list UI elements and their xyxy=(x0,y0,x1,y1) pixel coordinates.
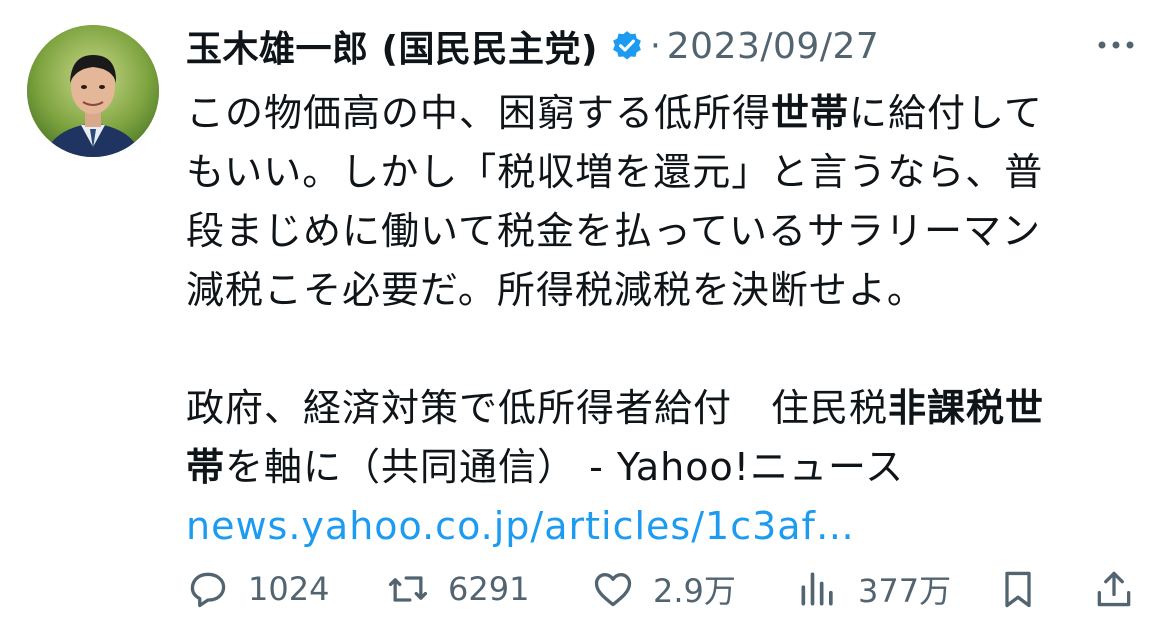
avatar-photo xyxy=(27,25,159,157)
tweet-text-segment: この物価高の中、困窮する低所得 xyxy=(186,91,772,135)
share-button[interactable] xyxy=(1092,562,1136,616)
avatar[interactable] xyxy=(27,25,159,157)
retweet-count: 6291 xyxy=(448,570,530,608)
tweet-text-segment: もいい。しかし「税収増を還元」と言うなら、普 xyxy=(186,150,1044,194)
tweet-text-segment: 政府、経済対策で低所得者給付 住民税 xyxy=(186,386,889,430)
action-bar: 1024 6291 2.9万 377万 xyxy=(186,562,1146,616)
retweet-button[interactable]: 6291 xyxy=(386,562,529,616)
tweet-text-segment: に給付して xyxy=(849,91,1043,135)
like-button[interactable]: 2.9万 xyxy=(591,562,736,616)
tweet-text-segment: 減税こそ必要だ。所得税減税を決断せよ。 xyxy=(186,268,926,312)
tweet-header: 玉木雄一郎 (国民民主党) · 2023/09/27 xyxy=(186,14,879,78)
verified-badge-icon xyxy=(613,31,641,60)
share-icon xyxy=(1097,571,1131,607)
reply-count: 1024 xyxy=(248,570,330,608)
bookmark-button[interactable] xyxy=(996,562,1040,616)
more-icon[interactable] xyxy=(1092,30,1140,60)
author-name[interactable]: 玉木雄一郎 (国民民主党) xyxy=(186,20,598,72)
tweet-text-bold: 非課税世 xyxy=(888,386,1045,430)
tweet-date[interactable]: 2023/09/27 xyxy=(667,26,880,67)
tweet-line: この物価高の中、困窮する低所得世帯に給付して xyxy=(186,84,1146,143)
tweet-line: 政府、経済対策で低所得者給付 住民税非課税世 xyxy=(186,379,1146,438)
tweet-line: 段まじめに働いて税金を払っているサラリーマン xyxy=(186,202,1146,261)
view-count: 377万 xyxy=(858,572,952,610)
reply-icon xyxy=(190,572,226,608)
tweet-text-bold: 世帯 xyxy=(771,91,850,135)
tweet-text-bold: 帯 xyxy=(186,445,226,489)
views-button[interactable]: 377万 xyxy=(796,562,951,616)
reply-button[interactable]: 1024 xyxy=(186,562,329,616)
retweet-icon xyxy=(388,576,428,602)
tweet-line: 減税こそ必要だ。所得税減税を決断せよ。 xyxy=(186,261,1146,320)
separator-dot: · xyxy=(649,26,661,66)
tweet-text-segment: 段まじめに働いて税金を払っているサラリーマン xyxy=(186,209,1041,253)
article-link[interactable]: news.yahoo.co.jp/articles/1c3af… xyxy=(186,497,1146,556)
tweet-text-segment: を軸に（共同通信） - Yahoo!ニュース xyxy=(225,445,905,489)
like-icon xyxy=(594,573,632,607)
bookmark-icon xyxy=(1005,571,1031,608)
tweet-text: この物価高の中、困窮する低所得世帯に給付して もいい。しかし「税収増を還元」と言… xyxy=(186,84,1146,556)
tweet-line: もいい。しかし「税収増を還元」と言うなら、普 xyxy=(186,143,1146,202)
like-count: 2.9万 xyxy=(653,572,736,610)
views-icon xyxy=(801,572,833,606)
tweet-line: 帯を軸に（共同通信） - Yahoo!ニュース xyxy=(186,438,1146,497)
